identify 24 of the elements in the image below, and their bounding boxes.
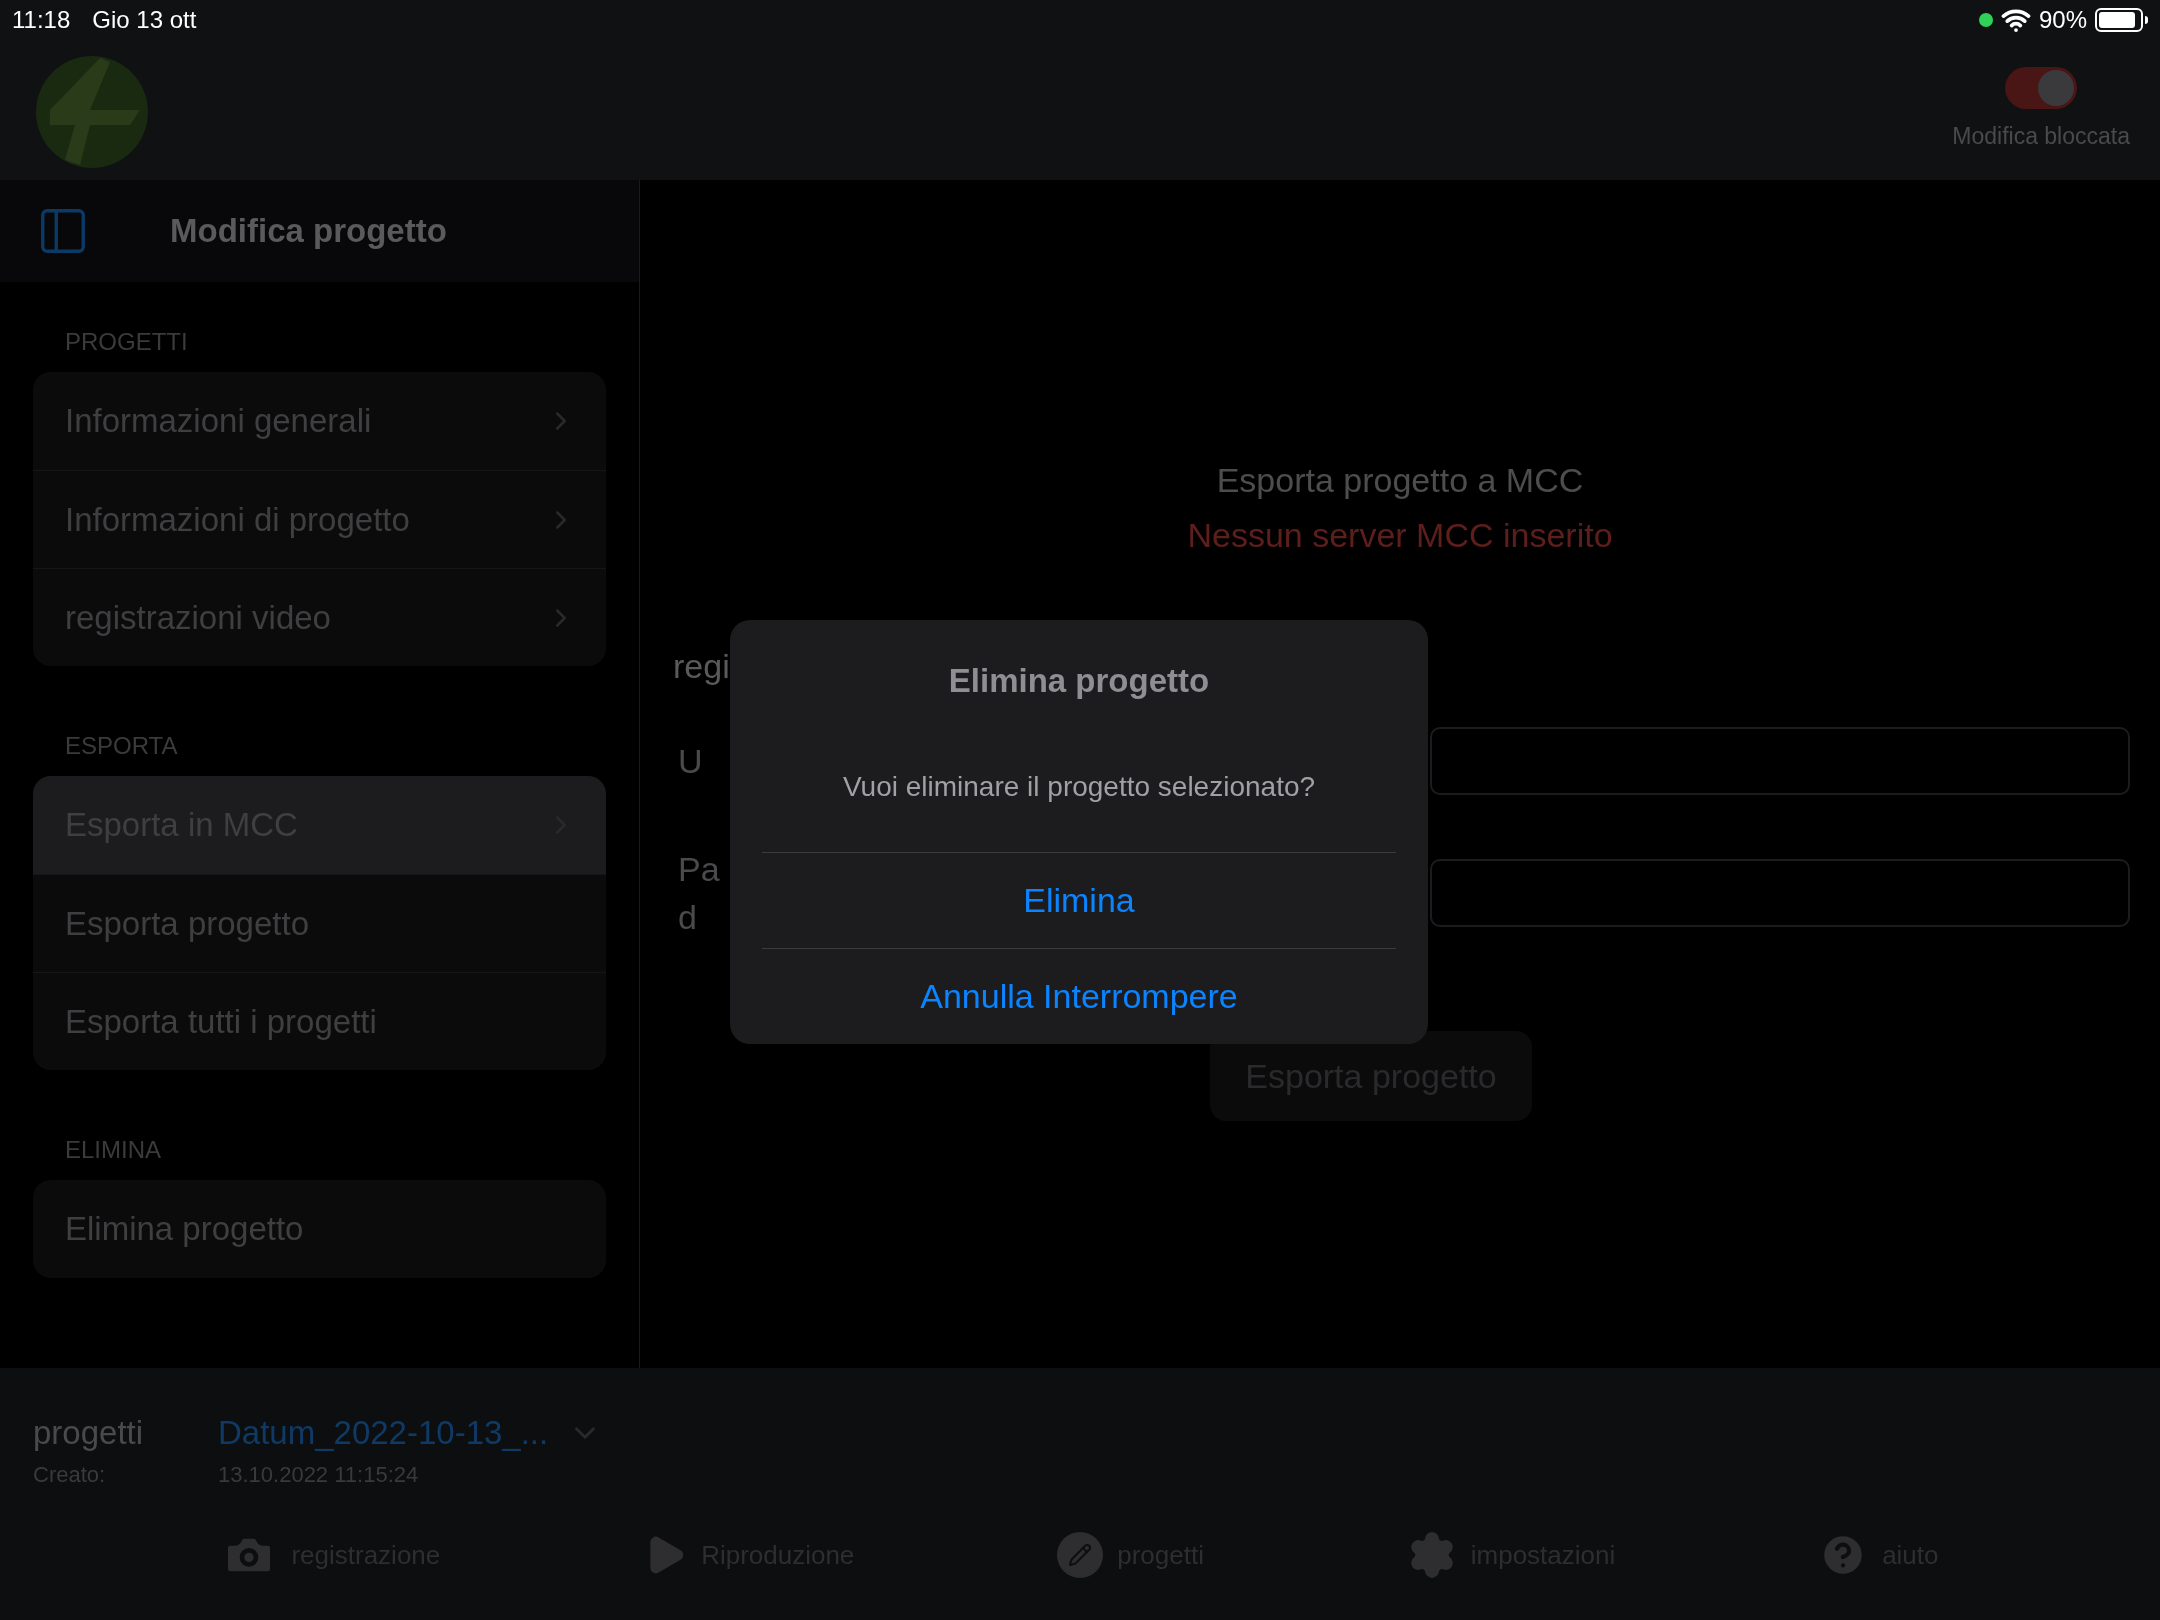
dialog-message: Vuoi eliminare il progetto selezionato?: [842, 769, 1316, 804]
dialog-action[interactable]: Elimina: [762, 851, 1396, 948]
status-date: Gio 13 ott: [92, 5, 197, 35]
project-selector[interactable]: Datum_2022-10-13_...: [218, 1408, 603, 1458]
field-label: U: [678, 741, 704, 782]
toggle-label: Modifica bloccata: [1952, 121, 2130, 151]
battery-icon: [2095, 8, 2148, 32]
input-field[interactable]: [1430, 727, 2130, 795]
projects-label: progetti: [33, 1413, 145, 1453]
battery-percent: 90%: [2038, 5, 2087, 35]
export-title: Esporta progetto a MCC: [1216, 460, 1584, 501]
error-message: Nessun server MCC inserito: [1187, 515, 1613, 556]
section-heading: PROGETTI: [64, 327, 189, 357]
form-label: regi: [673, 646, 730, 687]
dialog-title: Elimina progetto: [948, 661, 1210, 701]
field-label: d: [678, 897, 698, 938]
field-label: Pa: [678, 849, 721, 890]
status-time: 11:18: [12, 5, 71, 35]
lock-toggle[interactable]: [2005, 66, 2078, 109]
sidebar-title: Modifica progetto: [170, 211, 447, 252]
section-heading: ESPORTA: [64, 731, 179, 761]
input-field[interactable]: [1430, 859, 2130, 927]
section-heading: ELIMINA: [64, 1135, 163, 1165]
dialog-action[interactable]: Annulla Interrompere: [762, 947, 1396, 1044]
